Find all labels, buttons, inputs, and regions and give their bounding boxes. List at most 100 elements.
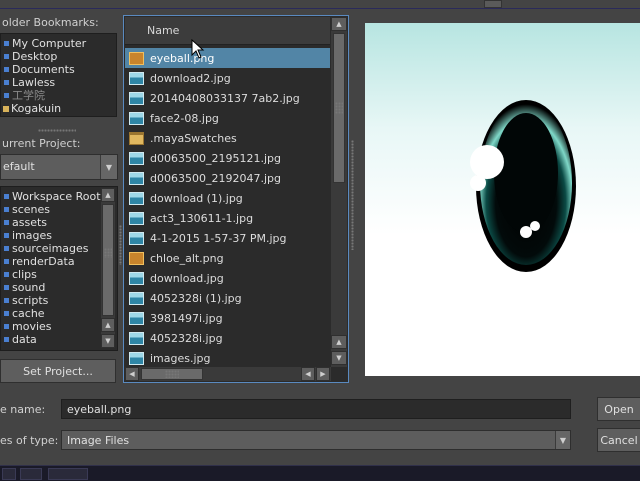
project-folder-label: clips [12, 268, 37, 281]
taskbar-item[interactable] [48, 468, 88, 480]
file-name: 4052328i (1).jpg [150, 291, 242, 305]
file-row[interactable]: 4-1-2015 1-57-37 PM.jpg [125, 228, 330, 248]
scroll-up-icon[interactable]: ▲ [101, 188, 115, 202]
file-row[interactable]: 4052328i (1).jpg [125, 288, 330, 308]
scroll-thumb[interactable] [102, 204, 114, 316]
project-folder-label: cache [12, 307, 45, 320]
project-folder-item[interactable]: data [3, 333, 101, 346]
file-row[interactable]: face2-08.jpg [125, 108, 330, 128]
taskbar [0, 465, 640, 481]
project-folder-item[interactable]: sound [3, 281, 101, 294]
file-list-hscrollbar[interactable]: ◀ ◀ ▶ [125, 367, 331, 381]
column-header-name[interactable]: Name [125, 17, 330, 45]
bookmark-item[interactable]: Kogakuin [3, 102, 86, 115]
project-folder-label: scenes [12, 203, 51, 216]
file-row[interactable]: chloe_alt.png [125, 248, 330, 268]
project-select[interactable]: efault ▼ [0, 154, 118, 180]
project-folder-item[interactable]: clips [3, 268, 101, 281]
project-folder-item[interactable]: sourceimages [3, 242, 101, 255]
file-row[interactable]: 4052328i.jpg [125, 328, 330, 348]
image-file-icon [129, 191, 144, 205]
project-folder-item[interactable]: cache [3, 307, 101, 320]
bookmark-label: Lawless [12, 76, 56, 89]
file-row[interactable]: d0063500_2195121.jpg [125, 148, 330, 168]
image-file-icon [129, 311, 144, 325]
file-name: download (1).jpg [150, 191, 243, 205]
file-row[interactable]: download (1).jpg [125, 188, 330, 208]
cancel-button[interactable]: Cancel [597, 428, 640, 452]
window-resize-handle[interactable] [484, 0, 502, 8]
file-name-input[interactable]: eyeball.png [61, 399, 571, 419]
splitter-grip[interactable] [38, 129, 76, 132]
highlight-lower [520, 226, 532, 238]
file-row[interactable]: 20140408033137 7ab2.jpg [125, 88, 330, 108]
file-name: d0063500_2195121.jpg [150, 151, 281, 165]
png-file-icon [129, 251, 144, 265]
drive-icon [4, 80, 9, 85]
bookmark-item[interactable]: Documents [3, 63, 86, 76]
open-button[interactable]: Open [597, 397, 640, 421]
project-folder-item[interactable]: images [3, 229, 101, 242]
project-folder-label: renderData [12, 255, 75, 268]
folder-icon [4, 285, 9, 290]
file-row[interactable]: .mayaSwatches [125, 128, 330, 148]
file-list[interactable]: Name eyeball.png download2.jpg 20140408033… [123, 15, 349, 383]
file-list-vscrollbar[interactable]: ▲ ▲ ▼ [331, 17, 347, 367]
bookmark-item[interactable]: Desktop [3, 50, 86, 63]
taskbar-item[interactable] [20, 468, 42, 480]
preview-splitter[interactable] [351, 140, 354, 250]
scroll-left-icon[interactable]: ◀ [125, 367, 139, 381]
bookmarks-label: older Bookmarks: [2, 16, 99, 29]
bookmark-label: Desktop [12, 50, 58, 63]
file-row[interactable]: eyeball.png [125, 48, 330, 68]
chevron-down-icon[interactable]: ▼ [555, 431, 570, 449]
project-folder-list: Workspace Root scenes assets images sourceim… [0, 186, 118, 351]
project-folder-item[interactable]: Workspace Root [3, 190, 101, 203]
image-file-icon [129, 71, 144, 85]
scroll-up-icon[interactable]: ▲ [331, 17, 347, 31]
scroll-down-icon[interactable]: ▼ [101, 334, 115, 348]
image-file-icon [129, 151, 144, 165]
scroll-up-icon[interactable]: ▲ [331, 335, 347, 349]
thumb-grip [165, 370, 179, 378]
current-project-label: urrent Project: [2, 137, 81, 150]
project-list-scrollbar[interactable]: ▲ ▲ ▼ [101, 188, 115, 348]
file-row[interactable]: download2.jpg [125, 68, 330, 88]
scroll-left-icon[interactable]: ◀ [301, 367, 315, 381]
file-row[interactable]: 3981497i.jpg [125, 308, 330, 328]
scroll-down-icon[interactable]: ▼ [331, 351, 347, 365]
drive-icon [4, 93, 9, 98]
image-file-icon [129, 171, 144, 185]
file-type-select[interactable]: Image Files ▼ [61, 430, 571, 450]
file-name-label: e name: [0, 403, 46, 416]
project-folder-label: images [12, 229, 52, 242]
bookmarks-list: My Computer Desktop Documents Lawless 工学院 Kog… [0, 33, 117, 117]
bookmark-item[interactable]: My Computer [3, 37, 86, 50]
folder-icon [3, 105, 9, 112]
project-folder-item[interactable]: scripts [3, 294, 101, 307]
scroll-up-icon[interactable]: ▲ [101, 318, 115, 332]
bookmark-item[interactable]: Lawless [3, 76, 86, 89]
bookmark-item[interactable]: 工学院 [3, 89, 86, 102]
project-folder-item[interactable]: assets [3, 216, 101, 229]
chevron-down-icon[interactable]: ▼ [100, 155, 117, 179]
file-name: chloe_alt.png [150, 251, 224, 265]
file-row[interactable]: download.jpg [125, 268, 330, 288]
files-of-type-label: es of type: [0, 434, 59, 447]
project-folder-label: assets [12, 216, 48, 229]
project-folder-item[interactable]: renderData [3, 255, 101, 268]
set-project-button[interactable]: Set Project... [0, 359, 116, 383]
scroll-right-icon[interactable]: ▶ [316, 367, 330, 381]
file-row[interactable]: d0063500_2192047.jpg [125, 168, 330, 188]
taskbar-item[interactable] [2, 468, 16, 480]
image-file-icon [129, 231, 144, 245]
file-row[interactable]: images.jpg [125, 348, 330, 368]
folder-icon [4, 207, 9, 212]
file-row[interactable]: act3_130611-1.jpg [125, 208, 330, 228]
project-folder-label: sourceimages [12, 242, 89, 255]
folder-icon [4, 246, 9, 251]
project-folder-item[interactable]: scenes [3, 203, 101, 216]
highlight-lower-2 [530, 221, 540, 231]
pane-splitter[interactable] [119, 225, 122, 265]
project-folder-item[interactable]: movies [3, 320, 101, 333]
